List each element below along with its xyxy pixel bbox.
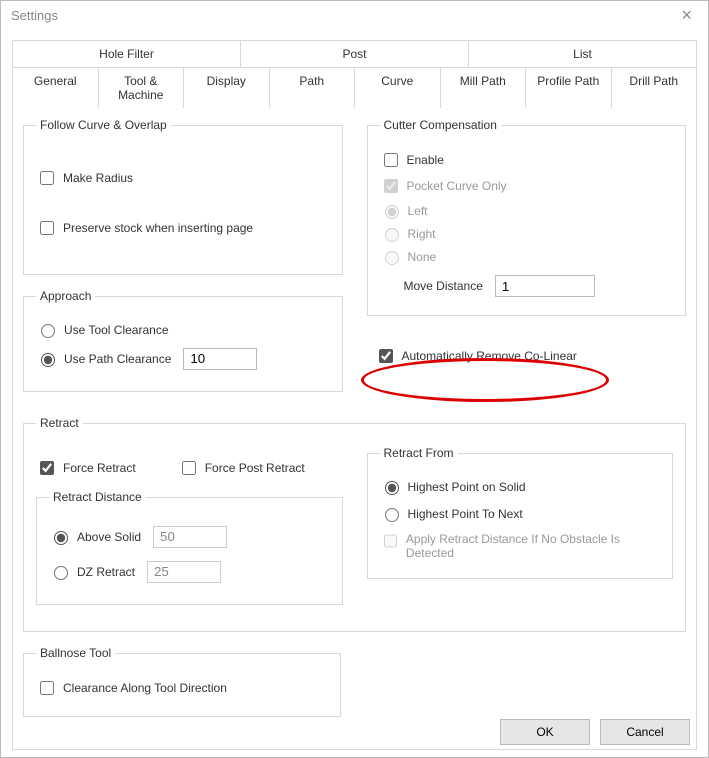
use-path-clearance-input[interactable] [41, 353, 55, 367]
preserve-stock-label: Preserve stock when inserting page [63, 221, 253, 235]
tab-post[interactable]: Post [241, 40, 469, 67]
use-path-clearance-radio[interactable]: Use Path Clearance [36, 350, 171, 367]
highest-next-label: Highest Point To Next [408, 507, 523, 521]
preserve-stock-input[interactable] [40, 221, 54, 235]
preserve-stock-checkbox[interactable]: Preserve stock when inserting page [36, 218, 330, 238]
ballnose-clearance-label: Clearance Along Tool Direction [63, 681, 227, 695]
use-tool-clearance-radio[interactable]: Use Tool Clearance [36, 321, 330, 338]
tab-hole-filter[interactable]: Hole Filter [12, 40, 241, 67]
tab-display[interactable]: Display [184, 67, 270, 108]
cancel-button[interactable]: Cancel [600, 719, 690, 745]
make-radius-label: Make Radius [63, 171, 133, 185]
cutter-left-label: Left [408, 204, 428, 218]
tab-profile-path[interactable]: Profile Path [526, 67, 612, 108]
cutter-right-label: Right [408, 227, 436, 241]
ballnose-clearance-checkbox[interactable]: Clearance Along Tool Direction [36, 678, 328, 698]
retract-distance-group: Retract Distance Above Solid DZ Ret [36, 490, 343, 605]
highest-solid-radio[interactable]: Highest Point on Solid [380, 478, 661, 495]
path-clearance-value[interactable] [183, 348, 257, 370]
tab-general[interactable]: General [12, 67, 99, 108]
auto-colinear-label: Automatically Remove Co-Linear [402, 349, 577, 363]
follow-curve-group: Follow Curve & Overlap Make Radius Prese… [23, 118, 343, 275]
auto-colinear-checkbox[interactable]: Automatically Remove Co-Linear [375, 346, 687, 366]
highest-next-radio[interactable]: Highest Point To Next [380, 505, 661, 522]
cutter-enable-label: Enable [407, 153, 444, 167]
ok-button[interactable]: OK [500, 719, 590, 745]
dz-retract-value [147, 561, 221, 583]
make-radius-input[interactable] [40, 171, 54, 185]
ballnose-group: Ballnose Tool Clearance Along Tool Direc… [23, 646, 341, 717]
pocket-curve-input [384, 179, 398, 193]
cutter-none-radio: None [380, 248, 674, 265]
tab-tool-machine[interactable]: Tool & Machine [99, 67, 185, 108]
force-retract-label: Force Retract [63, 461, 136, 475]
close-icon[interactable]: × [675, 5, 698, 26]
retract-legend: Retract [36, 416, 83, 430]
cutter-enable-checkbox[interactable]: Enable [380, 150, 674, 170]
cutter-comp-legend: Cutter Compensation [380, 118, 501, 132]
cutter-none-input [385, 251, 399, 265]
highest-solid-label: Highest Point on Solid [408, 480, 526, 494]
cutter-right-radio: Right [380, 225, 674, 242]
ballnose-legend: Ballnose Tool [36, 646, 115, 660]
retract-group: Retract Force Retract Force Post Retract [23, 416, 686, 632]
retract-from-legend: Retract From [380, 446, 458, 460]
cutter-enable-input[interactable] [384, 153, 398, 167]
auto-colinear-input[interactable] [379, 349, 393, 363]
dz-retract-label: DZ Retract [77, 565, 135, 579]
dz-retract-radio[interactable]: DZ Retract [49, 563, 135, 580]
retract-distance-legend: Retract Distance [49, 490, 146, 504]
above-solid-label: Above Solid [77, 530, 141, 544]
follow-curve-legend: Follow Curve & Overlap [36, 118, 171, 132]
move-distance-value[interactable] [495, 275, 595, 297]
force-post-retract-checkbox[interactable]: Force Post Retract [178, 458, 305, 478]
cutter-left-radio: Left [380, 202, 674, 219]
use-tool-clearance-input[interactable] [41, 324, 55, 338]
move-distance-label: Move Distance [404, 279, 483, 293]
make-radius-checkbox[interactable]: Make Radius [36, 168, 330, 188]
approach-group: Approach Use Tool Clearance Use Path Cle… [23, 289, 343, 392]
cutter-left-input [385, 205, 399, 219]
cutter-comp-group: Cutter Compensation Enable Pocket Curve … [367, 118, 687, 316]
dialog-title: Settings [11, 8, 58, 23]
tab-curve[interactable]: Curve [355, 67, 441, 108]
force-retract-input[interactable] [40, 461, 54, 475]
ballnose-clearance-input[interactable] [40, 681, 54, 695]
pocket-curve-label: Pocket Curve Only [407, 179, 507, 193]
apply-retract-input [384, 534, 397, 548]
pocket-curve-checkbox: Pocket Curve Only [380, 176, 674, 196]
highest-next-input[interactable] [385, 508, 399, 522]
apply-retract-label: Apply Retract Distance If No Obstacle Is… [406, 532, 660, 560]
above-solid-radio[interactable]: Above Solid [49, 528, 141, 545]
cutter-none-label: None [408, 250, 437, 264]
apply-retract-checkbox: Apply Retract Distance If No Obstacle Is… [380, 532, 661, 560]
use-tool-clearance-label: Use Tool Clearance [64, 323, 169, 337]
dz-retract-input[interactable] [54, 566, 68, 580]
approach-legend: Approach [36, 289, 95, 303]
retract-from-group: Retract From Highest Point on Solid High… [367, 446, 674, 579]
tab-drill-path[interactable]: Drill Path [612, 67, 698, 108]
force-post-retract-input[interactable] [182, 461, 196, 475]
above-solid-value [153, 526, 227, 548]
cutter-right-input [385, 228, 399, 242]
tab-list[interactable]: List [469, 40, 697, 67]
force-retract-checkbox[interactable]: Force Retract [36, 458, 136, 478]
above-solid-input[interactable] [54, 531, 68, 545]
tab-path[interactable]: Path [270, 67, 356, 108]
force-post-retract-label: Force Post Retract [205, 461, 305, 475]
use-path-clearance-label: Use Path Clearance [64, 352, 171, 366]
tab-mill-path[interactable]: Mill Path [441, 67, 527, 108]
highest-solid-input[interactable] [385, 481, 399, 495]
